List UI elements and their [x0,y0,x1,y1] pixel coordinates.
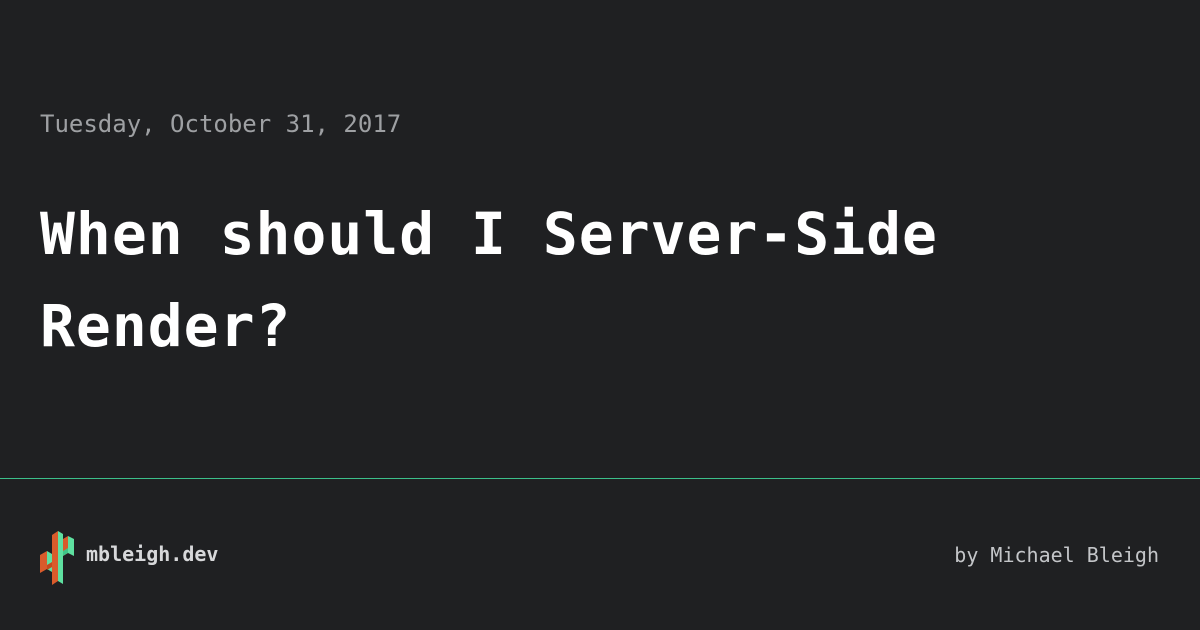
footer-divider [0,478,1200,479]
post-title: When should I Server-Side Render? [40,200,938,360]
post-date: Tuesday, October 31, 2017 [40,110,402,138]
site-brand[interactable]: mbleigh.dev [40,522,218,586]
author-byline: by Michael Bleigh [954,543,1159,567]
cactus-logo-icon [40,531,74,585]
site-name: mbleigh.dev [86,542,219,566]
